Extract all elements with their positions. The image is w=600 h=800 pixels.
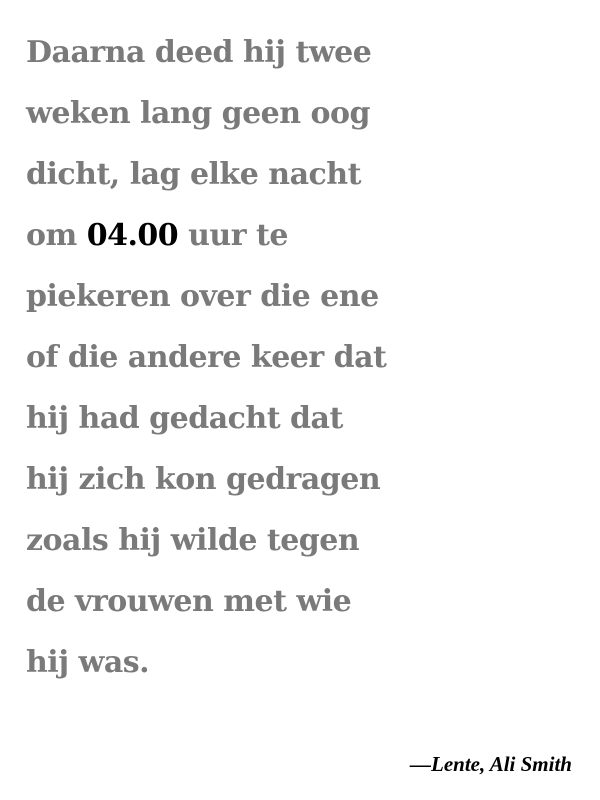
quote-line: hij zich kon gedragen [26,462,381,497]
quote-text-fragment: uur te [178,218,288,253]
quote-line: zoals hij wilde tegen [26,523,360,558]
quote-line: hij had gedacht dat [26,401,343,436]
highlighted-time: 04.00 [86,218,179,253]
quote-attribution: —Lente, Ali Smith [410,752,572,776]
quote-line: weken lang geen oog [26,96,371,131]
quote-line: de vrouwen met wie [26,584,352,619]
quote-text-fragment: om [26,218,87,253]
quote-text: Daarna deed hij twee weken lang geen oog… [26,22,586,693]
quote-line: om 04.00 uur te [26,205,586,266]
quote-line: dicht, lag elke nacht [26,157,361,192]
quote-line: hij was. [26,645,150,680]
quote-line: Daarna deed hij twee [26,35,372,70]
quote-line: of die andere keer dat [26,340,387,375]
quote-line: piekeren over die ene [26,279,379,314]
